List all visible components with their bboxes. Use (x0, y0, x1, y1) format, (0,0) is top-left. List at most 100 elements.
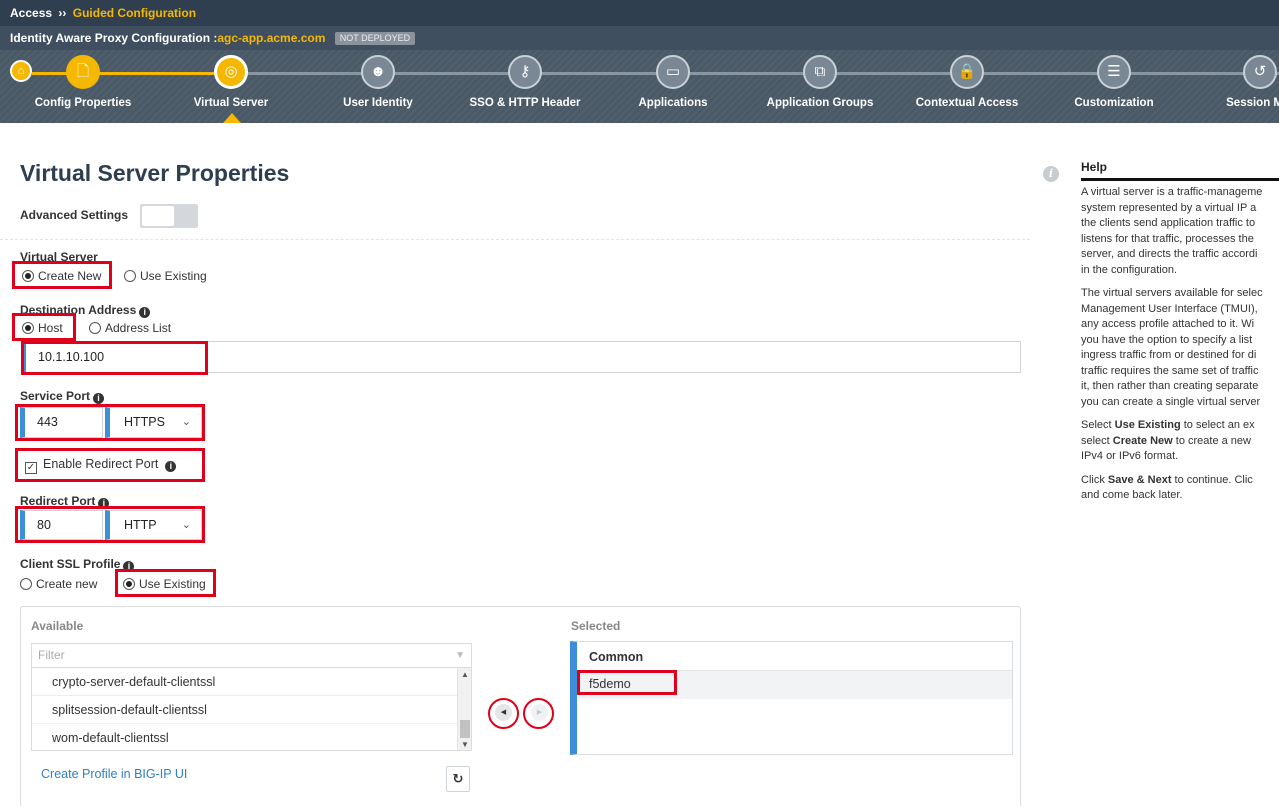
current-step-indicator (223, 113, 241, 123)
toggle-knob (142, 206, 174, 226)
scroll-up-icon[interactable]: ▲ (458, 668, 471, 682)
step-label: SSO & HTTP Header (469, 97, 581, 109)
service-port-label: Service Port i (20, 389, 105, 404)
globe-icon: ◎ (214, 55, 248, 89)
list-item[interactable]: wom-default-clientssl (32, 724, 457, 750)
create-profile-link[interactable]: Create Profile in BIG-IP UI (41, 767, 187, 781)
step-application-groups[interactable]: ⧉ Application Groups (740, 55, 900, 109)
filter-icon: ▼ (455, 650, 465, 661)
step-customization[interactable]: ☰ Customization (1034, 55, 1194, 109)
radio-address-list[interactable]: Address List (89, 321, 171, 335)
key-icon: ⚷ (508, 55, 542, 89)
list-item[interactable]: crypto-server-default-clientssl (32, 668, 457, 696)
help-line: listens for that traffic, processes the (1081, 232, 1254, 245)
step-label: Session Mar (1226, 97, 1279, 109)
page-title: Virtual Server Properties (20, 160, 290, 186)
step-navigator: ⌂ 🗋 Config Properties ◎ Virtual Server ☻… (0, 50, 1279, 123)
info-icon[interactable]: i (1043, 166, 1059, 182)
label-text: Service Port (20, 389, 91, 403)
step-label: Application Groups (766, 97, 874, 109)
radio-icon (20, 578, 32, 590)
help-bold: Create New (1112, 434, 1173, 447)
window-icon: ▭ (656, 55, 690, 89)
config-title-prefix: Identity Aware Proxy Configuration : (10, 31, 218, 45)
step-config-properties[interactable]: 🗋 Config Properties (3, 55, 163, 109)
sliders-icon: ☰ (1097, 55, 1131, 89)
list-scrollbar[interactable]: ▲ ▼ (457, 668, 471, 750)
help-panel: Help A virtual server is a traffic-manag… (1081, 160, 1279, 504)
users-icon: ☻ (361, 55, 395, 89)
selected-list[interactable]: Common f5demo (570, 641, 1013, 755)
document-icon: 🗋 (66, 55, 100, 89)
radio-icon (124, 270, 136, 282)
help-paragraph-4: Click Save & Next to continue. Clic and … (1081, 473, 1279, 504)
scroll-thumb[interactable] (460, 720, 470, 738)
help-text: Select (1081, 419, 1115, 431)
help-text: to create a new (1172, 434, 1251, 447)
step-contextual-access[interactable]: 🔒 Contextual Access (887, 55, 1047, 109)
help-text: select (1081, 434, 1113, 447)
step-session-management[interactable]: ↺ Session Mar (1180, 55, 1279, 109)
radio-label: Use Existing (140, 269, 207, 283)
step-user-identity[interactable]: ☻ User Identity (298, 55, 458, 109)
help-bold: Use Existing (1114, 419, 1181, 431)
breadcrumb-separator: ›› (58, 6, 67, 20)
windows-icon: ⧉ (803, 55, 837, 89)
available-filter-input[interactable]: Filter ▼ (31, 643, 472, 668)
help-bold: Save & Next (1107, 473, 1172, 486)
scroll-down-icon[interactable]: ▼ (458, 738, 471, 750)
history-icon: ↺ (1243, 55, 1277, 89)
help-line: you have the option to specify a list (1081, 333, 1253, 346)
advanced-settings-label: Advanced Settings (20, 208, 129, 222)
highlight-box (15, 506, 205, 543)
help-line: it, then rather than creating separate (1081, 380, 1259, 392)
deploy-status-badge: NOT DEPLOYED (334, 32, 416, 45)
highlight-box (15, 404, 205, 441)
step-label: Contextual Access (915, 97, 1019, 109)
help-text: IPv4 or IPv6 format. (1081, 450, 1179, 462)
help-line: the clients send application traffic to (1081, 217, 1256, 229)
step-label: Virtual Server (193, 97, 269, 109)
lock-icon: 🔒 (950, 55, 984, 89)
help-line: any access profile attached to it. Wi (1081, 318, 1255, 330)
step-applications[interactable]: ▭ Applications (593, 55, 753, 109)
info-icon[interactable]: i (139, 307, 151, 318)
highlight-box (12, 261, 112, 289)
info-icon[interactable]: i (93, 393, 105, 404)
help-line: Management User Interface (TMUI), (1081, 302, 1258, 315)
highlight-box (21, 341, 208, 375)
ssl-profile-dual-list: Available Selected Filter ▼ crypto-serve… (20, 606, 1021, 806)
highlight-circle (523, 698, 554, 729)
help-line: A virtual server is a traffic-manageme (1081, 186, 1263, 198)
step-virtual-server[interactable]: ◎ Virtual Server (151, 55, 311, 109)
breadcrumb-root[interactable]: Access (10, 6, 52, 20)
radio-create-new-profile[interactable]: Create new (20, 577, 97, 591)
help-paragraph-3: Select Use Existing to select an ex sele… (1081, 418, 1279, 465)
highlight-circle (488, 698, 519, 729)
advanced-settings-toggle[interactable] (140, 204, 198, 228)
help-line: you can create a single virtual server (1081, 395, 1261, 408)
label-text: Client SSL Profile (20, 557, 121, 571)
help-text: Click (1081, 473, 1108, 486)
help-line: in the configuration. (1081, 263, 1178, 276)
help-line: ingress traffic from or destined for di (1081, 349, 1257, 361)
radio-use-existing[interactable]: Use Existing (124, 269, 207, 283)
step-label: Customization (1074, 97, 1154, 109)
help-text: and come back later. (1081, 489, 1183, 501)
selected-header: Selected (571, 619, 621, 633)
step-label: Config Properties (34, 97, 132, 109)
help-line: system represented by a virtual IP a (1081, 201, 1257, 214)
list-item[interactable]: splitsession-default-clientssl (32, 696, 457, 724)
step-label: User Identity (343, 97, 413, 109)
available-header: Available (31, 619, 84, 633)
radio-icon (89, 322, 101, 334)
config-title-bar: Identity Aware Proxy Configuration :agc-… (0, 26, 1279, 50)
step-label: Applications (638, 97, 708, 109)
breadcrumb-current[interactable]: Guided Configuration (73, 6, 196, 20)
refresh-icon[interactable]: ↻ (446, 766, 470, 792)
highlight-box (12, 313, 76, 341)
help-paragraph-1: A virtual server is a traffic-manageme s… (1081, 185, 1279, 278)
step-sso-http-header[interactable]: ⚷ SSO & HTTP Header (445, 55, 605, 109)
available-list[interactable]: crypto-server-default-clientssl splitses… (31, 667, 472, 751)
selected-group-label: Common (589, 650, 644, 664)
